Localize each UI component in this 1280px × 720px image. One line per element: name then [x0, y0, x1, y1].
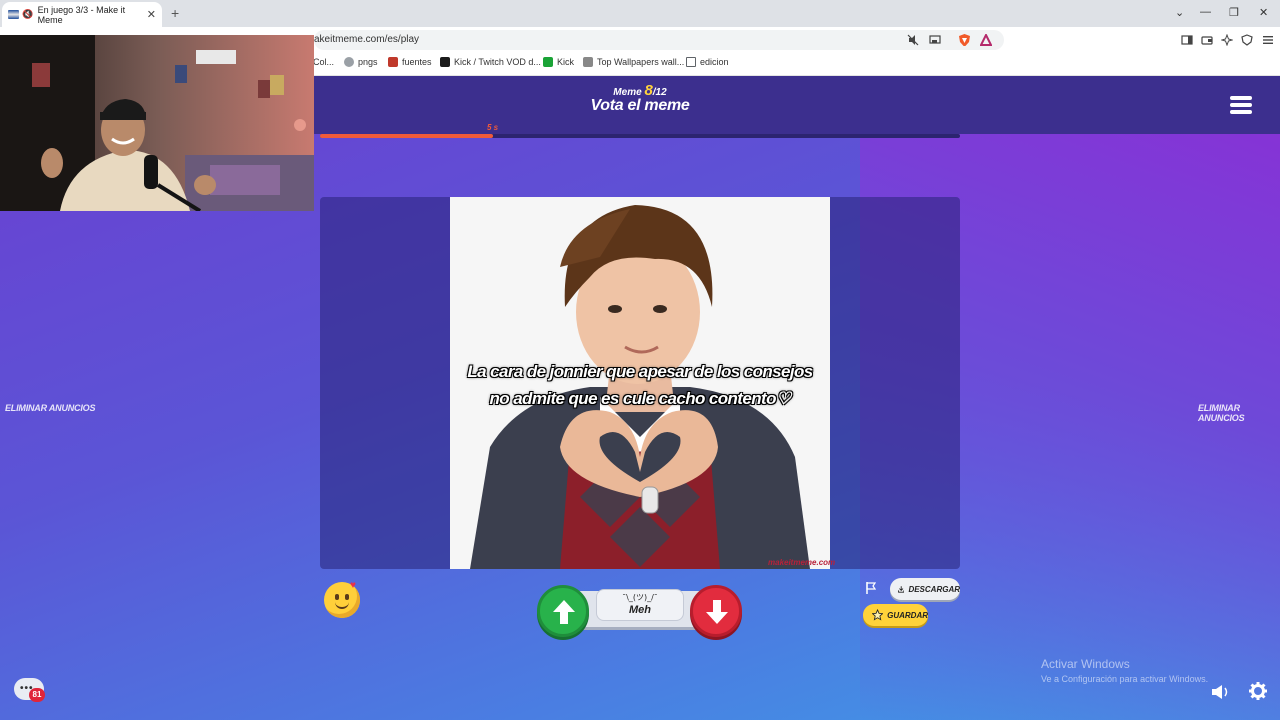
download-label: DESCARGAR — [908, 584, 960, 594]
bookmark-label: Top Wallpapers wall... — [597, 57, 685, 67]
upvote-button[interactable] — [537, 585, 589, 637]
bookmark-label: Kick / Twitch VOD d... — [454, 57, 541, 67]
wallpaper-icon — [583, 57, 593, 67]
remove-ads-link-left[interactable]: ELIMINAR ANUNCIOS — [5, 403, 95, 413]
kick-d-icon — [440, 57, 450, 67]
save-button[interactable]: GUARDAR — [863, 604, 928, 626]
media-muted-icon[interactable] — [907, 34, 919, 46]
leo-ai-icon[interactable] — [1221, 34, 1233, 46]
download-button[interactable]: DESCARGAR — [890, 578, 960, 600]
report-flag-icon[interactable] — [866, 582, 876, 594]
shrug-emoticon: ¯\_(ツ)_/¯ — [622, 593, 658, 602]
remove-ads-link-right[interactable]: ELIMINAR ANUNCIOS — [1198, 403, 1280, 423]
sidebar-icon[interactable] — [1181, 34, 1193, 46]
emoji-eye — [335, 594, 339, 600]
folder-icon — [686, 57, 696, 67]
kick-icon — [543, 57, 553, 67]
brave-shield-icon[interactable] — [958, 34, 970, 46]
bookmark-item[interactable]: Kick — [543, 57, 574, 67]
webcam-scene-illustration — [0, 35, 314, 211]
emoji-mouth — [335, 602, 349, 609]
settings-gear-icon[interactable] — [1249, 682, 1267, 700]
save-label: GUARDAR — [887, 610, 928, 620]
downvote-button[interactable] — [690, 585, 742, 637]
muted-tab-icon[interactable]: 🔇 — [22, 9, 33, 20]
cast-icon[interactable] — [929, 34, 941, 46]
browser-tab[interactable]: 🔇 En juego 3/3 - Make it Meme ✕ — [2, 2, 162, 27]
arrow-down-icon — [706, 600, 728, 624]
emoji-eye — [345, 594, 349, 600]
bookmark-label: edicion — [700, 57, 729, 67]
vpn-shield-icon[interactable] — [1241, 34, 1253, 46]
tab-search-icon[interactable]: ⌄ — [1175, 6, 1184, 19]
bookmark-item[interactable]: Col... — [313, 57, 334, 67]
minimize-button[interactable]: — — [1200, 6, 1211, 18]
url-text: akeitmeme.com/es/play — [314, 34, 420, 45]
tab-title: En juego 3/3 - Make it Meme — [37, 4, 126, 25]
close-tab-icon[interactable]: ✕ — [147, 8, 156, 21]
download-icon — [898, 585, 905, 593]
meme-caption: La cara de jonnier que apesar de los con… — [460, 358, 820, 412]
pin-icon — [344, 57, 354, 67]
timer-fill — [320, 134, 493, 138]
wallet-icon[interactable] — [1201, 34, 1213, 46]
restore-button[interactable]: ❐ — [1229, 6, 1239, 19]
emoji-reaction-button[interactable]: ♥ — [324, 580, 360, 618]
meh-button[interactable]: ¯\_(ツ)_/¯ Meh — [596, 589, 684, 621]
meme-caption-line1: La cara de jonnier que apesar de los con… — [467, 362, 813, 381]
close-window-button[interactable]: ✕ — [1259, 6, 1268, 19]
browser-tab-bar: 🔇 En juego 3/3 - Make it Meme ✕ + ⌄ — ❐ … — [0, 0, 1280, 27]
timer-label: 5 s — [487, 123, 499, 132]
chat-badge: 81 — [29, 688, 45, 702]
activation-subtitle: Ve a Configuración para activar Windows. — [1041, 674, 1209, 684]
meme-caption-line2: no admite que es cule cacho contento♡ — [489, 389, 792, 408]
bookmark-label: fuentes — [402, 57, 432, 67]
new-tab-button[interactable]: + — [171, 5, 179, 21]
bookmark-label: Col... — [313, 57, 335, 67]
brave-rewards-icon[interactable] — [980, 34, 992, 46]
star-icon — [872, 609, 884, 621]
bookmark-item[interactable]: fuentes — [388, 57, 432, 67]
heart-icon: ♥ — [350, 580, 356, 591]
bookmark-item[interactable]: edicion — [686, 57, 729, 67]
windows-activation-watermark: Activar Windows Ve a Configuración para … — [1041, 657, 1208, 684]
hamburger-menu-icon[interactable] — [1230, 96, 1252, 114]
font-site-icon — [388, 57, 398, 67]
url-field[interactable]: akeitmeme.com/es/play — [314, 30, 1004, 50]
sound-toggle-icon[interactable] — [1211, 684, 1231, 700]
chat-button[interactable]: ••• 81 — [14, 678, 45, 704]
meme-watermark: makeitmeme.com — [768, 558, 836, 567]
bookmark-item[interactable]: Top Wallpapers wall... — [583, 57, 684, 67]
browser-menu-icon[interactable] — [1262, 34, 1274, 46]
bookmark-item[interactable]: Kick / Twitch VOD d... — [440, 57, 541, 67]
arrow-up-icon — [553, 600, 575, 624]
bookmark-label: Kick — [557, 57, 575, 67]
bookmark-label: pngs — [358, 57, 378, 67]
activation-title: Activar Windows — [1041, 657, 1130, 671]
timer-bar — [320, 134, 960, 138]
flag-favicon-icon — [8, 10, 20, 19]
meh-label: Meh — [629, 604, 651, 616]
streamer-webcam-overlay — [0, 35, 314, 211]
bookmark-item[interactable]: pngs — [344, 57, 378, 67]
